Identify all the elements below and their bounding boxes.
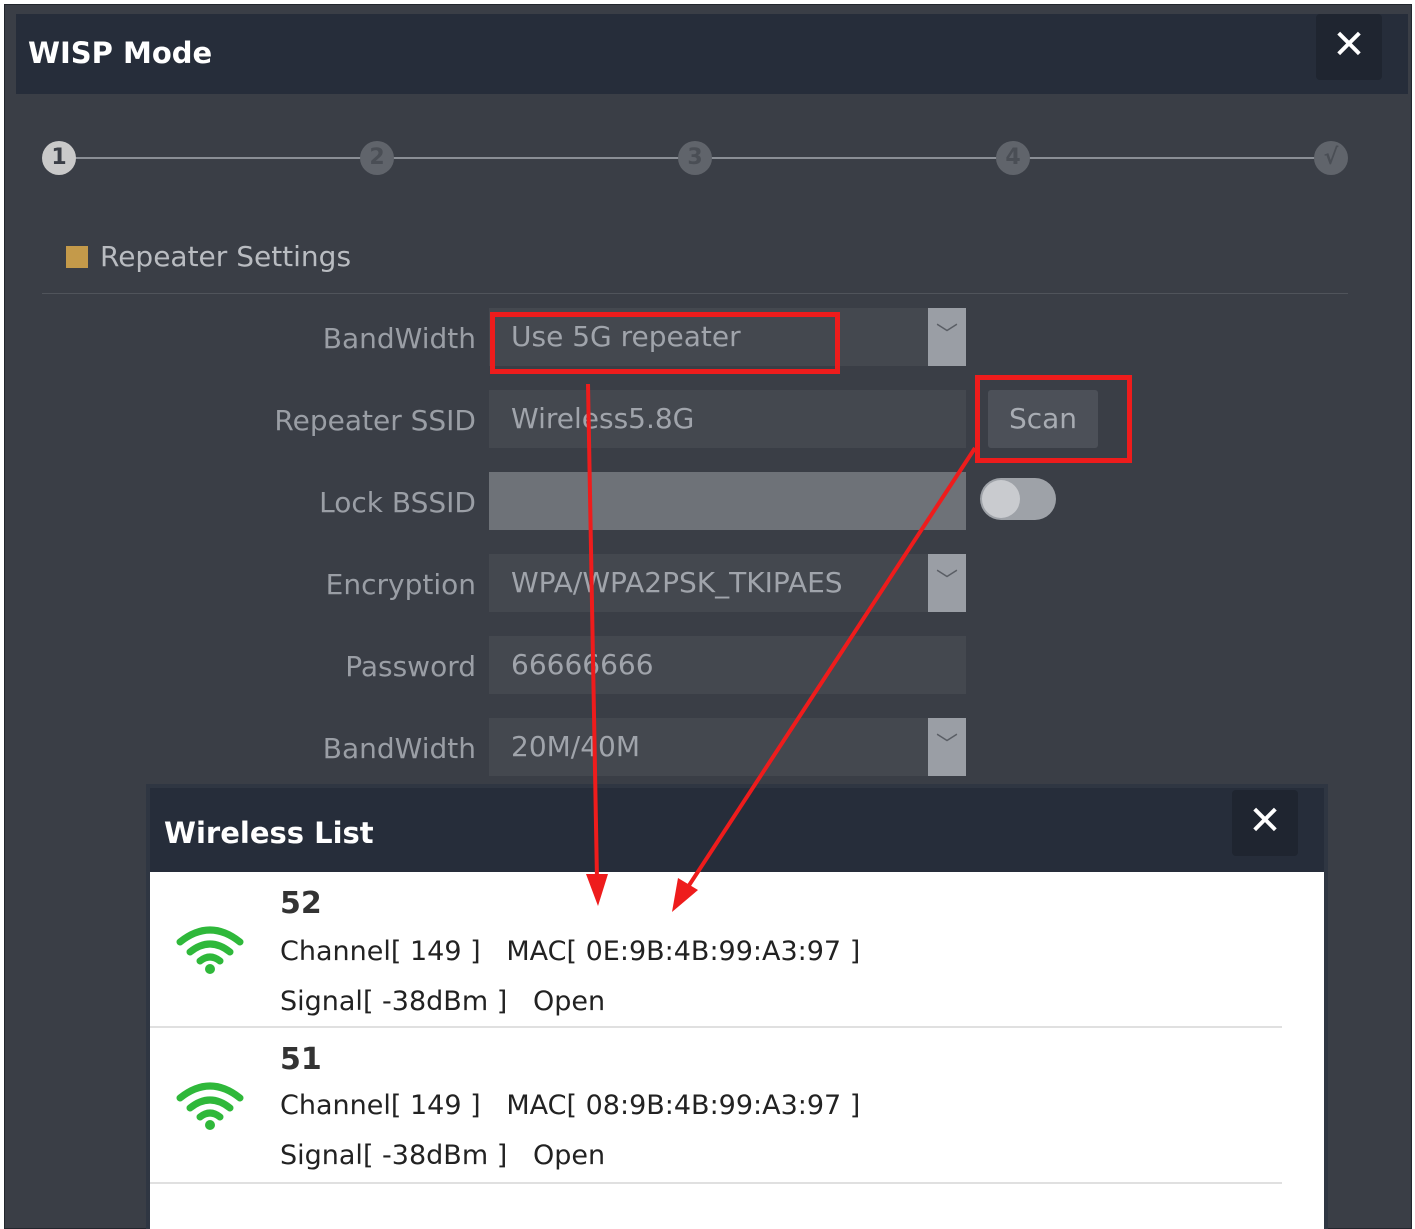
network-channel-mac: Channel[ 149 ] MAC[ 08:9B:4B:99:A3:97 ]	[280, 1090, 861, 1121]
network-channel-mac: Channel[ 149 ] MAC[ 0E:9B:4B:99:A3:97 ]	[280, 936, 861, 967]
wireless-list-dialog: Wireless List ✕ 52 Channel[ 149 ] MAC[ 0…	[146, 784, 1328, 1229]
step-2: 2	[360, 141, 394, 175]
bandwidth-width-value: 20M/40M	[511, 730, 641, 763]
annotation-box-bandwidth	[490, 312, 840, 374]
encryption-value: WPA/WPA2PSK_TKIPAES	[511, 566, 843, 599]
toggle-knob	[982, 480, 1020, 518]
bandwidth-width-select[interactable]: 20M/40M ﹀	[489, 718, 966, 776]
wireless-list-close-button[interactable]: ✕	[1232, 790, 1298, 856]
encryption-select[interactable]: WPA/WPA2PSK_TKIPAES ﹀	[489, 554, 966, 612]
section-divider	[42, 293, 1348, 294]
network-signal-security: Signal[ -38dBm ] Open	[280, 986, 606, 1017]
step-1: 1	[42, 141, 76, 175]
wireless-list-item[interactable]: 52 Channel[ 149 ] MAC[ 0E:9B:4B:99:A3:97…	[150, 872, 1282, 1028]
chevron-down-icon[interactable]: ﹀	[928, 718, 966, 776]
bandwidth-width-label: BandWidth	[322, 732, 476, 765]
repeater-ssid-label: Repeater SSID	[274, 404, 476, 437]
section-title: Repeater Settings	[100, 240, 352, 273]
lock-bssid-label: Lock BSSID	[319, 486, 476, 519]
password-label: Password	[345, 650, 476, 683]
network-signal-security: Signal[ -38dBm ] Open	[280, 1140, 606, 1171]
password-input[interactable]: 66666666	[489, 636, 966, 694]
repeater-ssid-input[interactable]: Wireless5.8G	[489, 390, 966, 448]
step-3: 3	[678, 141, 712, 175]
chevron-down-icon[interactable]: ﹀	[928, 308, 966, 366]
wireless-list-title: Wireless List	[164, 816, 374, 850]
encryption-label: Encryption	[325, 568, 476, 601]
bandwidth-band-label: BandWidth	[322, 322, 476, 355]
wifi-signal-icon	[176, 1082, 244, 1130]
section-heading: Repeater Settings	[66, 240, 351, 273]
annotation-box-scan	[975, 375, 1132, 463]
section-marker-icon	[66, 246, 88, 268]
step-4: 4	[996, 141, 1030, 175]
repeater-ssid-value: Wireless5.8G	[511, 402, 695, 435]
window-close-button[interactable]: ✕	[1316, 14, 1382, 80]
network-ssid: 51	[280, 1042, 322, 1077]
network-ssid: 52	[280, 886, 322, 921]
window-header: WISP Mode ✕	[16, 14, 1408, 94]
lock-bssid-input[interactable]	[489, 472, 966, 530]
chevron-down-icon[interactable]: ﹀	[928, 554, 966, 612]
wireless-list-header: Wireless List ✕	[150, 788, 1324, 872]
step-done: √	[1314, 141, 1348, 175]
wifi-signal-icon	[176, 926, 244, 974]
password-value: 66666666	[511, 648, 654, 681]
lock-bssid-toggle[interactable]	[980, 478, 1056, 520]
window-title: WISP Mode	[28, 36, 213, 70]
wireless-list-item[interactable]: 51 Channel[ 149 ] MAC[ 08:9B:4B:99:A3:97…	[150, 1028, 1282, 1184]
